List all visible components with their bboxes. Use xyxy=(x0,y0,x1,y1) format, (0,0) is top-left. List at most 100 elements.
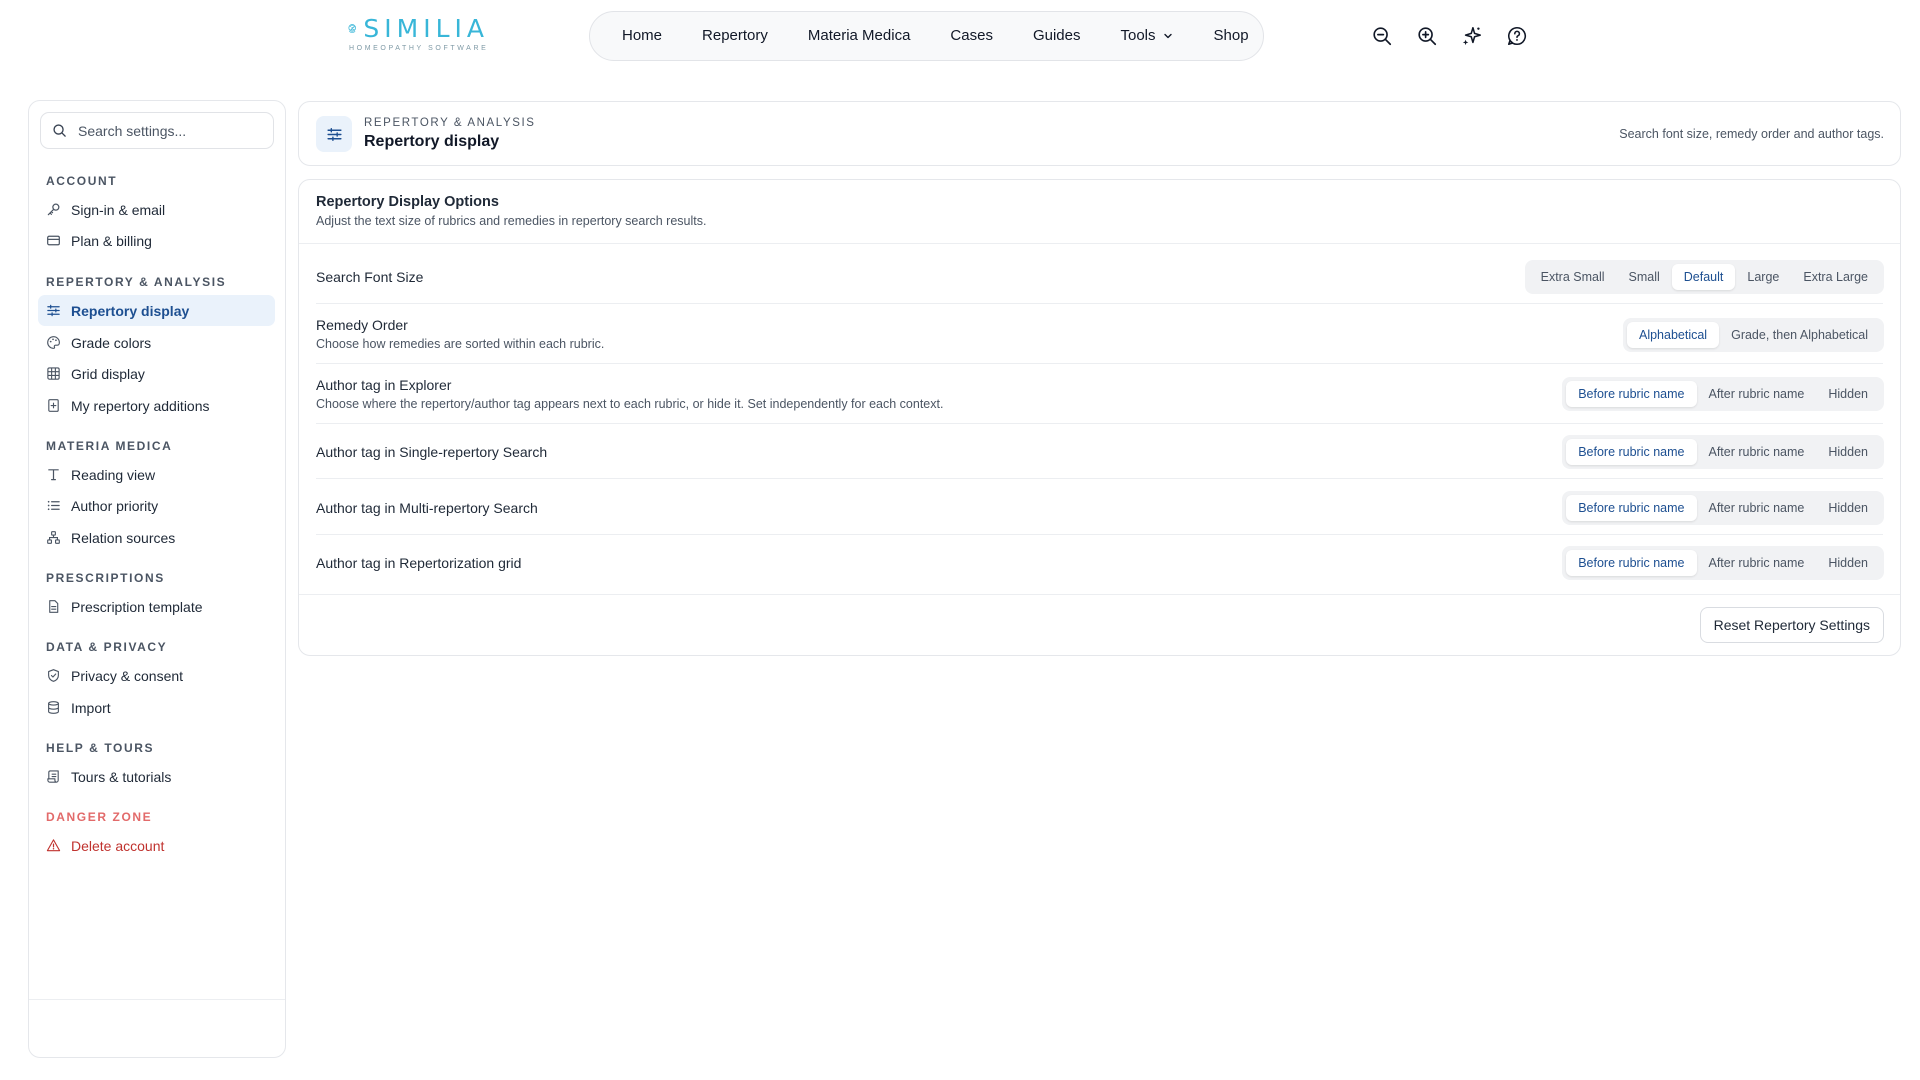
sidebar-item-label: Grid display xyxy=(71,365,145,382)
palette-icon xyxy=(47,336,60,349)
zoom-in-button[interactable] xyxy=(1413,22,1441,50)
tag-explorer-selector: Before rubric name After rubric name Hid… xyxy=(1562,377,1884,411)
font-size-option-large[interactable]: Large xyxy=(1735,264,1791,290)
zoom-out-button[interactable] xyxy=(1368,22,1396,50)
font-size-option-default[interactable]: Default xyxy=(1671,264,1736,290)
card-footer-divider xyxy=(299,594,1900,595)
type-icon xyxy=(48,469,59,481)
top-navigation: Home Repertory Materia Medica Cases Guid… xyxy=(589,11,1264,61)
nav-home[interactable]: Home xyxy=(602,11,682,61)
sidebar-item-label: Grade colors xyxy=(71,334,152,351)
sidebar-item-privacy[interactable]: Privacy & consent xyxy=(38,660,275,691)
tag-explorer-option-before[interactable]: Before rubric name xyxy=(1566,381,1697,407)
sidebar-item-signin[interactable]: Sign-in & email xyxy=(38,194,275,225)
sidebar-item-label: Privacy & consent xyxy=(71,667,184,684)
section-repertory: REPERTORY & ANALYSIS xyxy=(46,275,227,289)
tag-multi-option-before[interactable]: Before rubric name xyxy=(1566,495,1697,521)
ordered-list-icon xyxy=(47,500,60,511)
page-title: Repertory display xyxy=(364,133,500,150)
sidebar-item-label: Relation sources xyxy=(71,529,176,546)
sidebar-item-reading-view[interactable]: Reading view xyxy=(38,459,275,490)
brand-logo[interactable]: SIMILIA HOMEOPATHY SOFTWARE xyxy=(347,14,489,58)
tag-single-option-after[interactable]: After rubric name xyxy=(1697,439,1817,465)
tag-grid-label: Author tag in Repertorization grid xyxy=(316,555,522,571)
nav-tools-label: Tools xyxy=(1120,27,1156,44)
font-size-option-extra-large[interactable]: Extra Large xyxy=(1791,264,1880,290)
settings-search-input[interactable] xyxy=(78,122,268,139)
font-size-label: Search Font Size xyxy=(316,269,424,285)
nav-shop[interactable]: Shop xyxy=(1194,11,1269,61)
row-divider xyxy=(316,423,1883,424)
tag-grid-option-hidden[interactable]: Hidden xyxy=(1816,550,1880,576)
nav-cases[interactable]: Cases xyxy=(930,11,1013,61)
sidebar-item-label: Sign-in & email xyxy=(71,201,166,218)
tag-multi-selector: Before rubric name After rubric name Hid… xyxy=(1562,491,1884,525)
reset-repertory-settings-button[interactable]: Reset Repertory Settings xyxy=(1699,607,1884,643)
logo-mark-icon xyxy=(348,24,356,34)
tag-grid-option-before[interactable]: Before rubric name xyxy=(1566,550,1697,576)
tag-multi-option-hidden[interactable]: Hidden xyxy=(1816,495,1880,521)
sliders-icon xyxy=(326,127,342,141)
warning-icon xyxy=(46,839,61,852)
tag-explorer-description: Choose where the repertory/author tag ap… xyxy=(316,397,944,411)
sidebar-item-label: Repertory display xyxy=(71,302,190,319)
section-materia: MATERIA MEDICA xyxy=(46,439,173,453)
sidebar-item-billing[interactable]: Plan & billing xyxy=(38,225,275,256)
sidebar-footer-divider xyxy=(29,999,285,1000)
sidebar-item-label: Import xyxy=(71,699,111,716)
tag-multi-label: Author tag in Multi-repertory Search xyxy=(316,500,538,516)
row-divider xyxy=(316,534,1883,535)
search-icon xyxy=(53,124,66,137)
sidebar-item-import[interactable]: Import xyxy=(38,692,275,723)
ai-assistant-button[interactable] xyxy=(1458,22,1486,50)
tag-single-selector: Before rubric name After rubric name Hid… xyxy=(1562,435,1884,469)
row-divider xyxy=(316,363,1883,364)
sidebar-item-prescription-template[interactable]: Prescription template xyxy=(38,591,275,622)
zoom-in-icon xyxy=(1418,27,1437,46)
scroll-icon xyxy=(47,770,59,783)
tag-single-option-hidden[interactable]: Hidden xyxy=(1816,439,1880,465)
sidebar-item-grid-display[interactable]: Grid display xyxy=(38,358,275,389)
page-eyebrow: REPERTORY & ANALYSIS xyxy=(364,117,536,129)
remedy-order-label: Remedy Order xyxy=(316,317,408,333)
sidebar-item-grade-colors[interactable]: Grade colors xyxy=(38,327,275,358)
sidebar-item-delete-account[interactable]: Delete account xyxy=(38,830,275,861)
row-divider xyxy=(316,303,1883,304)
sidebar-item-tours[interactable]: Tours & tutorials xyxy=(38,761,275,792)
settings-search[interactable] xyxy=(40,112,274,149)
tag-grid-selector: Before rubric name After rubric name Hid… xyxy=(1562,546,1884,580)
tag-multi-option-after[interactable]: After rubric name xyxy=(1697,495,1817,521)
tag-explorer-option-hidden[interactable]: Hidden xyxy=(1816,381,1880,407)
font-size-option-small[interactable]: Small xyxy=(1617,264,1672,290)
sidebar-item-label: Plan & billing xyxy=(71,232,152,249)
tag-explorer-option-after[interactable]: After rubric name xyxy=(1697,381,1817,407)
remedy-order-option-alphabetical[interactable]: Alphabetical xyxy=(1626,322,1720,348)
font-size-option-extra-small[interactable]: Extra Small xyxy=(1529,264,1617,290)
card-divider xyxy=(299,243,1900,244)
sidebar-item-label: My repertory additions xyxy=(71,397,210,414)
nav-repertory[interactable]: Repertory xyxy=(682,11,788,61)
help-button[interactable] xyxy=(1503,22,1531,50)
tag-explorer-label: Author tag in Explorer xyxy=(316,377,452,393)
remedy-order-option-grade[interactable]: Grade, then Alphabetical xyxy=(1719,322,1880,348)
section-help-tours: HELP & TOURS xyxy=(46,741,155,755)
page-header-icon-badge xyxy=(316,116,352,152)
sidebar-item-label: Tours & tutorials xyxy=(71,768,172,785)
tag-single-option-before[interactable]: Before rubric name xyxy=(1566,439,1697,465)
sidebar-item-my-additions[interactable]: My repertory additions xyxy=(38,390,275,421)
grid-icon xyxy=(47,367,60,380)
shield-check-icon xyxy=(48,669,59,682)
sidebar-item-repertory-display[interactable]: Repertory display xyxy=(38,295,275,326)
repertory-options-card: Repertory Display Options Adjust the tex… xyxy=(298,179,1901,656)
brand-name: SIMILIA xyxy=(363,14,489,43)
nav-guides[interactable]: Guides xyxy=(1013,11,1101,61)
sidebar-item-author-priority[interactable]: Author priority xyxy=(38,490,275,521)
sidebar-item-relation-sources[interactable]: Relation sources xyxy=(38,522,275,553)
page-header-card: REPERTORY & ANALYSIS Repertory display S… xyxy=(298,101,1901,166)
settings-sidebar: ACCOUNT Sign-in & email Plan & billing R… xyxy=(28,100,286,1058)
tag-grid-option-after[interactable]: After rubric name xyxy=(1697,550,1817,576)
credit-card-icon xyxy=(47,235,60,246)
nav-tools[interactable]: Tools xyxy=(1100,11,1193,61)
nav-materia-medica[interactable]: Materia Medica xyxy=(788,11,931,61)
section-prescriptions: PRESCRIPTIONS xyxy=(46,571,165,585)
